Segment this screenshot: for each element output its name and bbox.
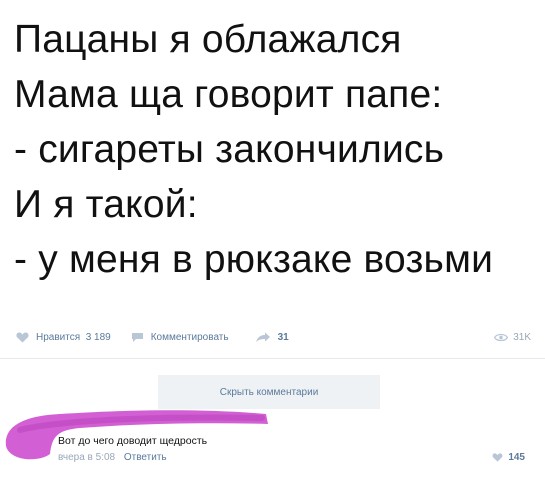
- like-button[interactable]: Нравится 3 189: [16, 332, 111, 343]
- like-label: Нравится: [36, 331, 81, 343]
- post-line: - у меня в рюкзаке возьми: [14, 238, 494, 281]
- post-actions: Нравится 3 189 Комментировать 31 31K: [16, 326, 531, 348]
- like-count: 3 189: [85, 331, 111, 343]
- comment-button[interactable]: Комментировать: [131, 332, 229, 343]
- reply-link[interactable]: Ответить: [124, 452, 167, 463]
- comment-text: Вот до чего доводит щедрость: [58, 435, 208, 447]
- share-count: 31: [277, 331, 289, 343]
- post-line: Пацаны я облажался: [14, 18, 402, 61]
- views-counter: 31K: [494, 332, 531, 343]
- comment-like-count: 145: [508, 452, 525, 463]
- post-line: Мама ща говорит папе:: [14, 73, 443, 116]
- share-button[interactable]: 31: [255, 332, 289, 343]
- share-icon: [255, 332, 270, 342]
- comment-label: Комментировать: [150, 331, 229, 343]
- heart-icon: [16, 332, 29, 342]
- hide-comments-button[interactable]: Скрыть комментарии: [158, 375, 380, 409]
- eye-icon: [494, 333, 509, 341]
- post-line: - сигареты закончились: [14, 128, 445, 171]
- comment-icon: [131, 332, 143, 342]
- comment-time[interactable]: вчера в 5:08: [58, 452, 115, 463]
- heart-icon: [492, 453, 503, 462]
- post-text: Пацаны я облажался Мама ща говорит папе:…: [14, 12, 539, 287]
- post-line: И я такой:: [14, 183, 198, 226]
- comment-like-button[interactable]: 145: [492, 452, 525, 463]
- comment-meta: вчера в 5:08 Ответить: [58, 452, 167, 463]
- views-count: 31K: [513, 331, 531, 343]
- divider: [0, 358, 545, 359]
